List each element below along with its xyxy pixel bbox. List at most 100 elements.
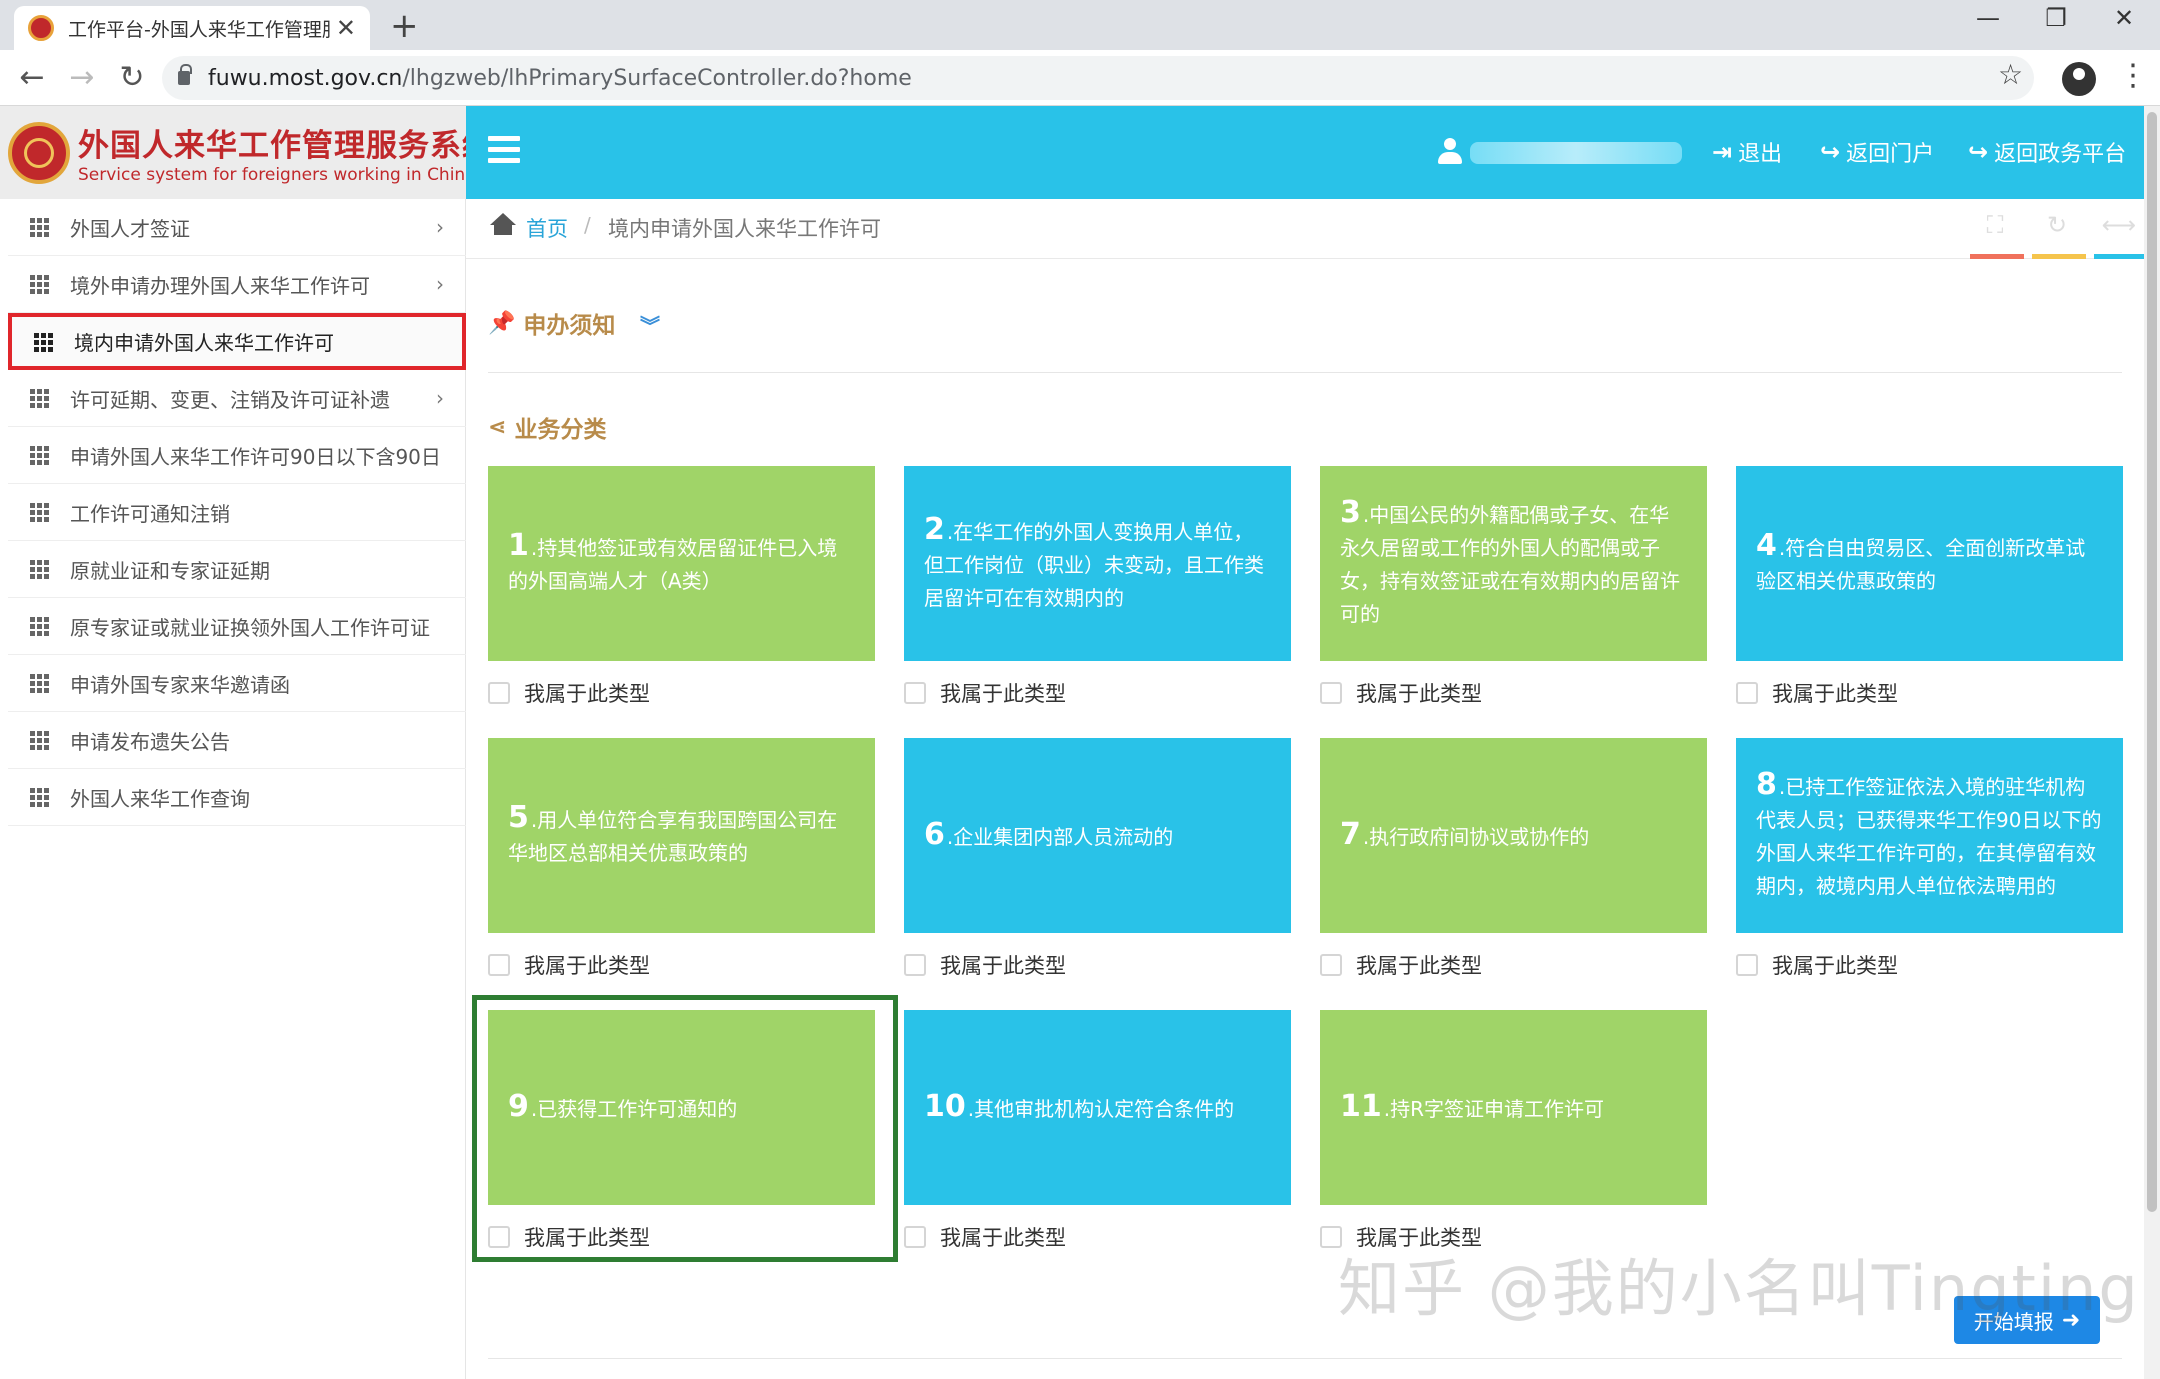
sidebar-item-label: 境内申请外国人来华工作许可 xyxy=(74,331,334,355)
divider xyxy=(488,372,2122,373)
type-checkbox[interactable] xyxy=(1736,682,1758,704)
category-card-3[interactable]: 3 .中国公民的外籍配偶或子女、在华永久居留或工作的外国人的配偶或子女，持有效签证… xyxy=(1320,466,1707,661)
card-text: .持R字签证申请工作许可 xyxy=(1383,1096,1605,1121)
category-card-8[interactable]: 8 .已持工作签证依法入境的驻华机构代表人员；已获得来华工作90日以下的外国人来华… xyxy=(1736,738,2123,933)
checkbox-label: 我属于此类型 xyxy=(940,954,1066,978)
browser-tab[interactable]: 工作平台-外国人来华工作管理服 ✕ xyxy=(14,6,370,50)
tab-close-icon[interactable]: ✕ xyxy=(336,14,356,42)
type-checkbox-row[interactable]: 我属于此类型 xyxy=(1320,678,1482,708)
category-card-4[interactable]: 4 .符合自由贸易区、全面创新改革试验区相关优惠政策的 xyxy=(1736,466,2123,661)
card-number: 3 xyxy=(1340,495,1361,530)
new-tab-icon[interactable]: + xyxy=(390,6,419,46)
refresh-icon[interactable]: ↻ xyxy=(2032,211,2086,259)
window-close-icon[interactable]: ✕ xyxy=(2104,4,2144,32)
grid-icon xyxy=(30,674,50,693)
checkbox-label: 我属于此类型 xyxy=(1772,954,1898,978)
category-card-1[interactable]: 1 .持其他签证或有效居留证件已入境的外国高端人才（A类） xyxy=(488,466,875,661)
type-checkbox[interactable] xyxy=(1320,954,1342,976)
sidebar-item-notice-cancel[interactable]: 工作许可通知注销 xyxy=(8,484,466,541)
grid-icon xyxy=(30,731,50,750)
sidebar-item-query[interactable]: 外国人来华工作查询 xyxy=(8,769,466,826)
breadcrumb-home-link[interactable]: 首页 xyxy=(526,213,568,243)
browser-menu-icon[interactable]: ⋮ xyxy=(2118,58,2148,93)
fullscreen-icon[interactable]: ⛶ xyxy=(1970,211,2024,259)
card-text: .中国公民的外籍配偶或子女、在华永久居留或工作的外国人的配偶或子女，持有效签证或… xyxy=(1340,503,1680,626)
scrollbar-thumb[interactable] xyxy=(2147,112,2157,1212)
type-checkbox-row[interactable]: 我属于此类型 xyxy=(488,678,650,708)
type-checkbox-row[interactable]: 我属于此类型 xyxy=(1320,950,1482,980)
type-checkbox-row[interactable]: 我属于此类型 xyxy=(904,678,1066,708)
username-blurred xyxy=(1470,142,1682,164)
bookmark-star-icon[interactable]: ☆ xyxy=(1998,58,2023,91)
url-domain: fuwu.most.gov.cn xyxy=(208,65,403,91)
sidebar: 外国人才签证 › 境外申请办理外国人来华工作许可 › 境内申请外国人来华工作许可… xyxy=(0,199,466,1379)
back-icon[interactable]: ← xyxy=(12,58,52,98)
profile-avatar-icon[interactable] xyxy=(2062,62,2096,96)
checkbox-label: 我属于此类型 xyxy=(524,954,650,978)
logout-icon: ⇥ xyxy=(1712,138,1733,166)
national-emblem-icon xyxy=(8,121,70,184)
share-arrow-icon: ↪ xyxy=(1820,138,1841,166)
type-checkbox[interactable] xyxy=(488,682,510,704)
sidebar-item-talent-visa[interactable]: 外国人才签证 › xyxy=(8,199,466,256)
logo-title-cn: 外国人来华工作管理服务系统 xyxy=(78,128,494,164)
category-section-title: ⋖ 业务分类 xyxy=(488,410,606,444)
card-number: 11 xyxy=(1340,1088,1382,1124)
category-card-10[interactable]: 10 .其他审批机构认定符合条件的 xyxy=(904,1010,1291,1205)
card-number: 1 xyxy=(508,528,529,563)
back-portal-label: 返回门户 xyxy=(1846,142,1935,167)
category-card-6[interactable]: 6 .企业集团内部人员流动的 xyxy=(904,738,1291,933)
sidebar-item-domestic-application[interactable]: 境内申请外国人来华工作许可 xyxy=(8,313,466,370)
forward-icon[interactable]: → xyxy=(62,58,102,98)
logo-title-en: Service system for foreigners working in… xyxy=(78,165,476,185)
card-number: 10 xyxy=(924,1088,966,1124)
share-arrow-icon: ↪ xyxy=(1968,138,1989,166)
type-checkbox[interactable] xyxy=(1736,954,1758,976)
checkbox-label: 我属于此类型 xyxy=(1356,954,1482,978)
notice-section-title[interactable]: 📌 申办须知 xyxy=(488,306,615,340)
type-checkbox-row[interactable]: 我属于此类型 xyxy=(904,950,1066,980)
page-scrollbar[interactable] xyxy=(2144,106,2160,1379)
category-card-7[interactable]: 7 .执行政府间协议或协作的 xyxy=(1320,738,1707,933)
grid-icon xyxy=(34,332,54,352)
type-checkbox[interactable] xyxy=(904,682,926,704)
category-title: 业务分类 xyxy=(514,417,607,443)
type-checkbox-row[interactable]: 我属于此类型 xyxy=(904,1222,1066,1252)
sidebar-item-old-permit-extension[interactable]: 原就业证和专家证延期 xyxy=(8,541,466,598)
type-checkbox-row[interactable]: 我属于此类型 xyxy=(1736,678,1898,708)
sidebar-item-invitation-letter[interactable]: 申请外国专家来华邀请函 xyxy=(8,655,466,712)
grid-icon xyxy=(30,503,50,522)
type-checkbox[interactable] xyxy=(1320,682,1342,704)
type-checkbox-row[interactable]: 我属于此类型 xyxy=(1736,950,1898,980)
logout-button[interactable]: ⇥ 退出 xyxy=(1712,136,1782,168)
card-text: .符合自由贸易区、全面创新改革试验区相关优惠政策的 xyxy=(1756,536,2086,593)
sidebar-item-overseas-application[interactable]: 境外申请办理外国人来华工作许可 › xyxy=(8,256,466,313)
hamburger-menu-icon[interactable] xyxy=(488,136,520,164)
breadcrumb-current: 境内申请外国人来华工作许可 xyxy=(608,217,881,241)
category-card-2[interactable]: 2 .在华工作的外国人变换用人单位，但工作岗位（职业）未变动，且工作类居留许可在有… xyxy=(904,466,1291,661)
sidebar-item-90-days[interactable]: 申请外国人来华工作许可90日以下含90日 xyxy=(8,427,466,484)
back-portal-button[interactable]: ↪ 返回门户 xyxy=(1820,136,1934,168)
sidebar-item-label: 境外申请办理外国人来华工作许可 xyxy=(70,273,370,298)
sidebar-item-label: 申请外国人来华工作许可90日以下含90日 xyxy=(70,444,441,469)
breadcrumb: 首页 / 境内申请外国人来华工作许可 ⛶ ↻ ⟷ xyxy=(466,199,2160,259)
back-gov-button[interactable]: ↪ 返回政务平台 xyxy=(1968,136,2126,168)
restore-icon[interactable]: ❐ xyxy=(2036,4,2076,32)
category-card-11[interactable]: 11 .持R字签证申请工作许可 xyxy=(1320,1010,1707,1205)
double-chevron-down-icon[interactable]: ︾ xyxy=(640,310,660,339)
minimize-icon[interactable]: — xyxy=(1968,4,2008,32)
sidebar-item-loss-notice[interactable]: 申请发布遗失公告 xyxy=(8,712,466,769)
category-card-5[interactable]: 5 .用人单位符合享有我国跨国公司在华地区总部相关优惠政策的 xyxy=(488,738,875,933)
type-checkbox-row[interactable]: 我属于此类型 xyxy=(488,950,650,980)
grid-icon xyxy=(30,560,50,579)
collapse-icon[interactable]: ⟷ xyxy=(2094,211,2148,259)
sidebar-item-extension-change[interactable]: 许可延期、变更、注销及许可证补遗 › xyxy=(8,370,466,427)
type-checkbox[interactable] xyxy=(904,954,926,976)
logo[interactable]: 外国人来华工作管理服务系统 Service system for foreign… xyxy=(0,106,493,199)
type-checkbox[interactable] xyxy=(488,954,510,976)
reload-icon[interactable]: ↻ xyxy=(112,58,152,98)
url-field[interactable]: fuwu.most.gov.cn/lhgzweb/lhPrimarySurfac… xyxy=(162,56,2034,100)
sidebar-item-permit-exchange[interactable]: 原专家证或就业证换领外国人工作许可证 xyxy=(8,598,466,655)
type-checkbox[interactable] xyxy=(904,1226,926,1248)
home-icon[interactable] xyxy=(490,213,516,237)
